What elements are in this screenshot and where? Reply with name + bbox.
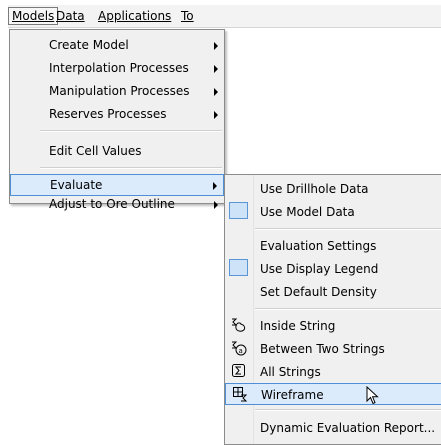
menu-item-manipulation-processes[interactable]: Manipulation Processes xyxy=(10,80,224,102)
menu-item-adjust-to-ore-outline[interactable]: Adjust to Ore Outline xyxy=(10,195,224,217)
menu-bar: Models Data Applications To xyxy=(8,5,441,28)
menu-item-between-two-strings[interactable]: a Between Two Strings xyxy=(225,337,441,360)
menu-item-all-strings[interactable]: All Strings xyxy=(225,360,441,383)
submenu-arrow-icon xyxy=(214,88,218,96)
menu-separator xyxy=(255,308,441,310)
menu-item-label: Reserves Processes xyxy=(49,107,167,121)
menu-item-use-drillhole-data[interactable]: Use Drillhole Data xyxy=(225,177,441,200)
wireframe-icon xyxy=(233,387,248,402)
submenu-arrow-icon xyxy=(214,201,218,209)
menu-separator xyxy=(255,228,441,230)
checked-indicator-icon xyxy=(229,202,248,219)
menu-item-set-default-density[interactable]: Set Default Density xyxy=(225,280,441,303)
menu-item-label: Adjust to Ore Outline xyxy=(49,197,175,211)
menu-item-evaluate[interactable]: Evaluate xyxy=(10,174,224,196)
menu-item-use-display-legend[interactable]: Use Display Legend xyxy=(225,257,441,280)
menu-models[interactable]: Models xyxy=(8,7,59,25)
menu-separator xyxy=(40,167,222,169)
menu-item-wireframe[interactable]: Wireframe xyxy=(225,383,441,405)
evaluate-submenu: Use Drillhole Data Use Model Data Evalua… xyxy=(224,174,441,445)
menu-tools[interactable]: To xyxy=(181,9,194,23)
menu-item-label: Use Model Data xyxy=(260,205,355,219)
menu-item-label: All Strings xyxy=(260,365,321,379)
submenu-arrow-icon xyxy=(213,182,217,190)
menu-item-label: Set Default Density xyxy=(260,285,377,299)
menu-item-use-model-data[interactable]: Use Model Data xyxy=(225,200,441,223)
menu-applications[interactable]: Applications xyxy=(98,9,171,23)
menu-item-dynamic-evaluation-report[interactable]: Dynamic Evaluation Report... xyxy=(225,416,441,439)
checked-indicator-icon xyxy=(229,259,248,276)
menu-item-label: Interpolation Processes xyxy=(49,61,189,75)
menu-item-label: Between Two Strings xyxy=(260,342,385,356)
menu-item-edit-cell-values[interactable]: Edit Cell Values xyxy=(10,140,224,162)
menu-item-label: Evaluation Settings xyxy=(260,239,377,253)
menu-item-reserves-processes[interactable]: Reserves Processes xyxy=(10,103,224,125)
menu-item-label: Dynamic Evaluation Report... xyxy=(260,421,436,435)
menu-item-label: Evaluate xyxy=(50,178,103,192)
menu-item-label: Manipulation Processes xyxy=(49,84,190,98)
menu-item-label: Create Model xyxy=(49,38,129,52)
menu-item-interpolation-processes[interactable]: Interpolation Processes xyxy=(10,57,224,79)
submenu-arrow-icon xyxy=(214,111,218,119)
menu-item-inside-string[interactable]: Inside String xyxy=(225,314,441,337)
menu-item-label: Wireframe xyxy=(261,388,324,402)
mouse-pointer-icon xyxy=(366,386,379,405)
menu-item-evaluation-settings[interactable]: Evaluation Settings xyxy=(225,234,441,257)
menu-item-create-model[interactable]: Create Model xyxy=(10,34,224,56)
menu-separator xyxy=(255,409,441,411)
inside-string-icon xyxy=(232,318,246,332)
menu-separator xyxy=(40,130,222,132)
between-strings-icon: a xyxy=(232,341,247,356)
menu-item-label: Edit Cell Values xyxy=(49,144,142,158)
menu-data[interactable]: Data xyxy=(56,9,85,23)
menu-item-label: Inside String xyxy=(260,319,336,333)
submenu-arrow-icon xyxy=(214,42,218,50)
menu-item-label: Use Drillhole Data xyxy=(260,182,369,196)
all-strings-icon xyxy=(232,364,245,377)
submenu-arrow-icon xyxy=(214,65,218,73)
models-dropdown-menu: Create Model Interpolation Processes Man… xyxy=(9,29,225,211)
svg-text:a: a xyxy=(239,347,243,355)
menu-item-label: Use Display Legend xyxy=(260,262,379,276)
